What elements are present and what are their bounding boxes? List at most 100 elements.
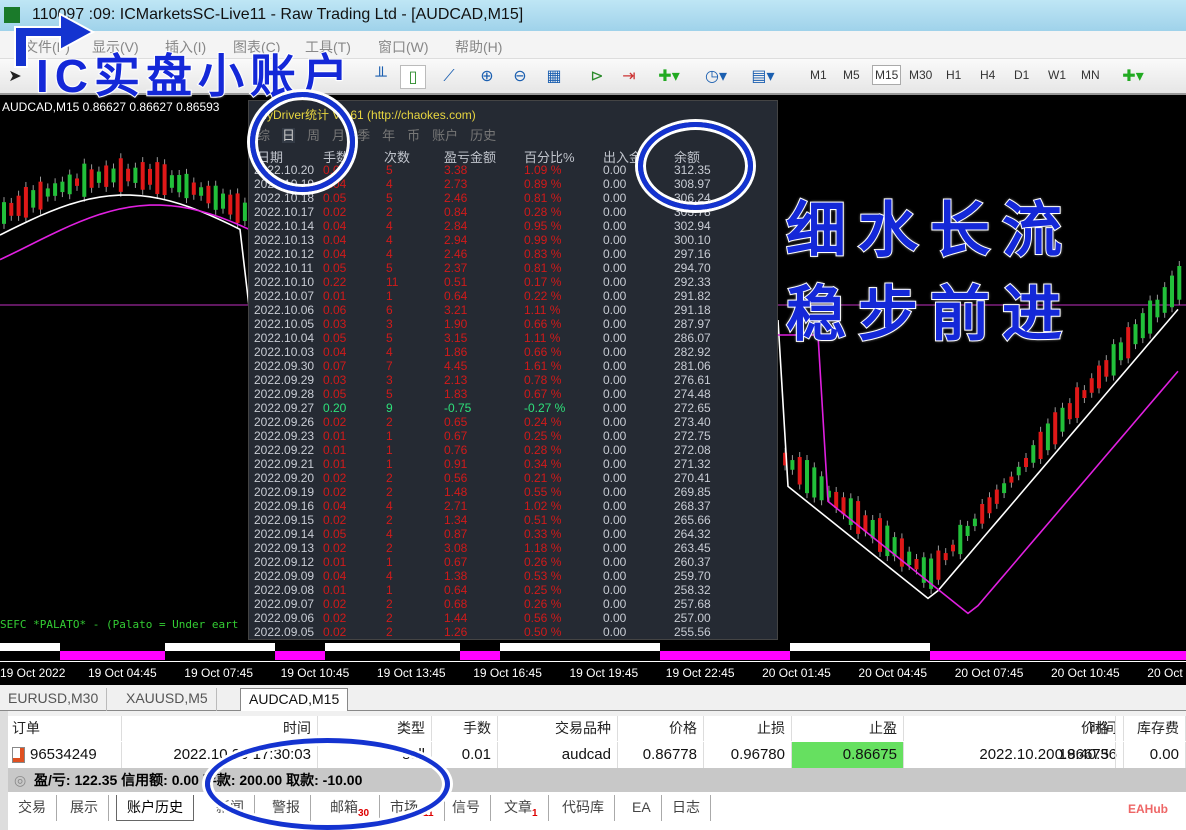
bar-chart-icon[interactable]: ╨	[368, 65, 394, 89]
periods-icon[interactable]: ◷▾	[703, 65, 729, 89]
chart-shift-icon[interactable]: ⇥	[616, 65, 642, 89]
stats-cell: 281.06	[674, 359, 711, 373]
candle	[96, 171, 101, 183]
stats-row: 2022.09.27 0.20 9 -0.75 -0.27 % 0.00 272.65	[249, 401, 777, 415]
stats-cell: 0.99 %	[524, 233, 562, 247]
terminal-tab-0[interactable]: 交易	[8, 795, 57, 821]
candle	[184, 173, 189, 199]
table-cell: audcad	[498, 742, 618, 768]
tab-eurusd[interactable]: EURUSD,M30	[0, 688, 108, 711]
candle	[980, 503, 985, 524]
indicators-icon[interactable]: ✚▾	[656, 65, 682, 89]
candle	[1118, 342, 1123, 361]
stats-row: 2022.09.16 0.04 4 2.71 1.02 % 0.00 268.37	[249, 499, 777, 513]
line-chart-icon[interactable]: ⟋	[436, 65, 462, 89]
time-label: 19 Oct 19:45	[569, 666, 639, 680]
column-header[interactable]: 止损	[704, 716, 792, 741]
stats-cell: 2022.10.17	[254, 205, 315, 219]
tf-w1[interactable]: W1	[1048, 68, 1066, 82]
terminal-tab-1[interactable]: 展示	[60, 795, 109, 821]
column-header[interactable]: 止盈	[792, 716, 904, 741]
candle	[104, 165, 109, 187]
tf-mn[interactable]: MN	[1081, 68, 1100, 82]
stats-cell: 0.00	[603, 597, 627, 611]
news-ticker: SEFC *PALATO* - (Palato = Under eart	[0, 618, 239, 631]
tf-m5[interactable]: M5	[843, 68, 860, 82]
candle	[148, 168, 152, 185]
tab-xauusd[interactable]: XAUUSD,M5	[118, 688, 217, 711]
tab-audcad[interactable]: AUDCAD,M15	[240, 688, 349, 711]
stats-cell: 2	[386, 597, 393, 611]
terminal-tab-11[interactable]: 日志	[662, 795, 711, 821]
stats-cell: 3.15	[444, 331, 468, 345]
terminal-tab-7[interactable]: 信号	[442, 795, 491, 821]
stats-cell: 0.66 %	[524, 345, 562, 359]
stats-row: 2022.09.12 0.01 1 0.67 0.26 % 0.00 260.37	[249, 555, 777, 569]
zoom-out-icon[interactable]: ⊖	[507, 65, 533, 89]
terminal-tab-8[interactable]: 文章1	[494, 795, 549, 821]
stats-cell: 4	[386, 233, 393, 247]
candle	[856, 501, 861, 534]
terminal-side-handle[interactable]	[0, 711, 8, 830]
tf-h1[interactable]: H1	[946, 68, 961, 82]
terminal-tab-10[interactable]: EA	[622, 795, 662, 821]
menu-window[interactable]: 窗口(W)	[378, 37, 429, 57]
candle	[23, 186, 28, 218]
tile-windows-icon[interactable]: ▦	[541, 65, 567, 89]
stats-row: 2022.09.15 0.02 2 1.34 0.51 % 0.00 265.66	[249, 513, 777, 527]
candle	[994, 489, 999, 504]
candle	[907, 551, 912, 566]
stats-cell: 2022.09.15	[254, 513, 315, 527]
stats-cell: 0.51 %	[524, 513, 562, 527]
stats-row: 2022.09.30 0.07 7 4.45 1.61 % 0.00 281.06	[249, 359, 777, 373]
stats-cell: 5	[386, 261, 393, 275]
stats-cell: 0.01	[323, 289, 347, 303]
stats-cell: 0.05	[323, 261, 347, 275]
stats-cell: 2	[386, 513, 393, 527]
candle	[812, 467, 817, 498]
stats-cell: 0.64	[444, 583, 468, 597]
column-header[interactable]: 手数	[432, 716, 498, 741]
candle-chart-icon[interactable]: ▯	[400, 65, 426, 89]
column-header[interactable]: 库存费	[1116, 716, 1186, 741]
tf-m15[interactable]: M15	[872, 65, 902, 85]
stats-cell: 2022.09.27	[254, 401, 315, 415]
stats-cell: 0.00	[603, 331, 627, 345]
candle	[1060, 407, 1065, 432]
templates-icon[interactable]: ▤▾	[750, 65, 776, 89]
candle	[213, 185, 218, 210]
panel-tab-5[interactable]: 年	[382, 128, 395, 143]
column-header[interactable]: 交易品种	[498, 716, 618, 741]
stats-cell: 2022.10.18	[254, 191, 315, 205]
tab-label: 日志	[672, 799, 700, 815]
stats-cell: 0.00	[603, 317, 627, 331]
menu-help[interactable]: 帮助(H)	[455, 37, 502, 57]
tf-d1[interactable]: D1	[1014, 68, 1029, 82]
tf-h4[interactable]: H4	[980, 68, 995, 82]
stats-cell: 0.25 %	[524, 429, 562, 443]
terminal-tab-9[interactable]: 代码库	[552, 795, 615, 821]
stats-cell: 0.83 %	[524, 247, 562, 261]
new-chart-icon[interactable]: ✚▾	[1120, 65, 1146, 89]
panel-tab-7[interactable]: 账户	[432, 128, 458, 143]
candle	[1089, 378, 1094, 393]
panel-tab-8[interactable]: 历史	[470, 128, 496, 143]
tf-m1[interactable]: M1	[810, 68, 827, 82]
stats-cell: 264.32	[674, 527, 711, 541]
zoom-in-icon[interactable]: ⊕	[474, 65, 500, 89]
candle	[1024, 457, 1028, 468]
stats-cell: 0.67	[444, 555, 468, 569]
stats-cell: 0.53 %	[524, 569, 562, 583]
stats-cell: 260.37	[674, 555, 711, 569]
column-header[interactable]: 价格	[1024, 716, 1116, 741]
column-header[interactable]: 价格	[618, 716, 704, 741]
stats-cell: 0.00	[603, 205, 627, 219]
panel-tab-6[interactable]: 币	[407, 128, 420, 143]
column-header[interactable]: 时间	[122, 716, 318, 741]
autoscroll-icon[interactable]: ⊳	[584, 65, 610, 89]
terminal-tab-2[interactable]: 账户历史	[116, 795, 194, 821]
candle	[1002, 483, 1007, 494]
panel-tab-4[interactable]: 季	[357, 128, 370, 143]
tf-m30[interactable]: M30	[909, 68, 932, 82]
column-header[interactable]: 订单	[8, 716, 122, 741]
